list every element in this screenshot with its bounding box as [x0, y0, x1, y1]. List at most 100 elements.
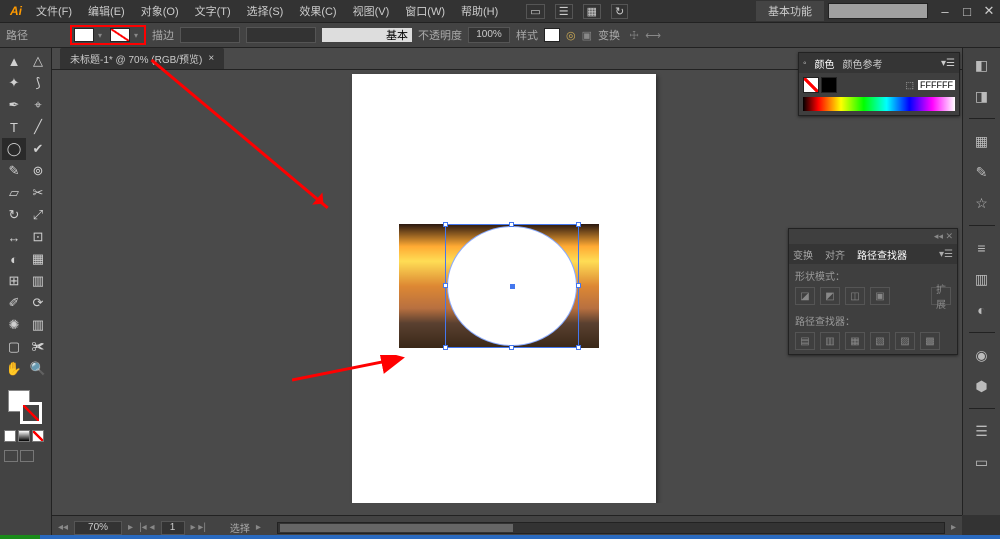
align-icon[interactable]: ☩: [626, 27, 642, 43]
menu-help[interactable]: 帮助(H): [453, 1, 506, 21]
unite-button[interactable]: ◪: [795, 287, 815, 305]
grid-icon[interactable]: ▦: [583, 4, 601, 19]
eyedropper-tool[interactable]: ✐: [2, 292, 26, 314]
stroke-profile-dropdown[interactable]: [246, 27, 316, 43]
document-tab[interactable]: 未标题-1* @ 70% (RGB/预览) ×: [60, 48, 224, 69]
resize-handle[interactable]: [443, 222, 448, 227]
zoom-level-input[interactable]: 70%: [74, 521, 122, 535]
resize-handle[interactable]: [509, 222, 514, 227]
mode-color[interactable]: [4, 430, 16, 442]
free-transform-tool[interactable]: ⊡: [26, 226, 50, 248]
gradient-tool[interactable]: ▥: [26, 270, 50, 292]
search-field[interactable]: [828, 3, 928, 19]
zoom-out-button[interactable]: ◂◂: [58, 522, 68, 533]
pathfinder-panel[interactable]: ◂◂ ✕ 变换 对齐 路径查找器 ▾☰ 形状模式： ◪ ◩ ◫ ▣ 扩展 路径查…: [788, 228, 958, 355]
window-maximize[interactable]: □: [956, 4, 978, 19]
intersect-button[interactable]: ◫: [845, 287, 865, 305]
color-tab[interactable]: 颜色: [815, 56, 835, 71]
gradient-panel-icon[interactable]: ▥: [971, 268, 993, 290]
close-icon[interactable]: ×: [208, 53, 214, 64]
fill-stroke-indicator[interactable]: [0, 388, 51, 428]
resize-handle[interactable]: [509, 345, 514, 350]
opacity-input[interactable]: 100%: [468, 27, 510, 43]
menu-view[interactable]: 视图(V): [345, 1, 398, 21]
fill-swatch[interactable]: [74, 28, 94, 42]
stroke-swatch[interactable]: [110, 28, 130, 42]
perspective-tool[interactable]: ▦: [26, 248, 50, 270]
arrange-icon[interactable]: ☰: [555, 4, 573, 19]
fill-dropdown[interactable]: ▾: [98, 31, 106, 40]
color-panel[interactable]: ◦ 颜色 颜色参考 ▾☰ ⬚ FFFFFF: [798, 52, 960, 116]
outline-button[interactable]: ▨: [895, 332, 915, 350]
zoom-in-button[interactable]: ▸: [128, 522, 133, 533]
brush-definition[interactable]: 基本: [322, 28, 412, 42]
appearance-panel-icon[interactable]: ◉: [971, 344, 993, 366]
artboard-next-button[interactable]: ▸ ▸|: [191, 522, 206, 533]
graph-tool[interactable]: ▥: [26, 314, 50, 336]
selection-tool[interactable]: ▲: [2, 50, 26, 72]
window-minimize[interactable]: –: [934, 4, 956, 19]
artboard-tool[interactable]: ▢: [2, 336, 26, 358]
stroke-dropdown[interactable]: ▾: [134, 31, 142, 40]
artboards-panel-icon[interactable]: ▭: [971, 451, 993, 473]
resize-handle[interactable]: [576, 222, 581, 227]
minus-back-button[interactable]: ▩: [920, 332, 940, 350]
symbols-panel-icon[interactable]: ☆: [971, 192, 993, 214]
line-tool[interactable]: ╱: [26, 116, 50, 138]
paintbrush-tool[interactable]: ✔: [26, 138, 50, 160]
ellipse-tool[interactable]: ◯: [2, 138, 26, 160]
stroke-indicator[interactable]: [821, 77, 837, 93]
color-panel-grip-icon[interactable]: ◦: [803, 58, 807, 69]
screen-normal[interactable]: [4, 450, 18, 462]
brushes-panel-icon[interactable]: ✎: [971, 161, 993, 183]
align-tab[interactable]: 对齐: [825, 247, 845, 262]
sync-icon[interactable]: ↻: [611, 4, 628, 19]
mode-gradient[interactable]: [18, 430, 30, 442]
artboard-number-input[interactable]: 1: [161, 521, 185, 535]
mode-none[interactable]: [32, 430, 44, 442]
panel-menu-icon[interactable]: ▾☰: [939, 249, 957, 260]
zoom-tool[interactable]: 🔍: [26, 358, 50, 380]
panel-menu-icon[interactable]: ▾☰: [941, 58, 959, 69]
color-panel-icon[interactable]: ◧: [971, 54, 993, 76]
stroke-weight-dropdown[interactable]: [180, 27, 240, 43]
horizontal-scrollbar[interactable]: [277, 522, 945, 534]
artboard-first-button[interactable]: |◂ ◂: [139, 522, 154, 533]
exclude-button[interactable]: ▣: [870, 287, 890, 305]
merge-button[interactable]: ▦: [845, 332, 865, 350]
blend-tool[interactable]: ⟳: [26, 292, 50, 314]
menu-window[interactable]: 窗口(W): [397, 1, 453, 21]
pathfinder-tab[interactable]: 路径查找器: [857, 247, 907, 262]
slice-tool[interactable]: ✀: [26, 336, 50, 358]
scissors-tool[interactable]: ✂: [26, 182, 50, 204]
align-icon2[interactable]: ⟷: [645, 27, 661, 43]
scale-tool[interactable]: ⤢: [26, 204, 50, 226]
eraser-tool[interactable]: ▱: [2, 182, 26, 204]
graphic-styles-icon[interactable]: ⬢: [971, 375, 993, 397]
doc-icon[interactable]: ▭: [526, 4, 544, 19]
magic-wand-tool[interactable]: ✦: [2, 72, 26, 94]
stroke-panel-icon[interactable]: ≡: [971, 237, 993, 259]
menu-file[interactable]: 文件(F): [28, 1, 80, 21]
width-tool[interactable]: ↔: [2, 226, 26, 248]
divide-button[interactable]: ▤: [795, 332, 815, 350]
trim-button[interactable]: ▥: [820, 332, 840, 350]
hex-value[interactable]: FFFFFF: [918, 80, 955, 90]
color-guide-tab[interactable]: 颜色参考: [843, 56, 883, 71]
swatches-panel-icon[interactable]: ▦: [971, 130, 993, 152]
direct-selection-tool[interactable]: △: [26, 50, 50, 72]
curvature-tool[interactable]: ⌖: [26, 94, 50, 116]
transparency-panel-icon[interactable]: ◐: [971, 299, 993, 321]
menu-select[interactable]: 选择(S): [239, 1, 292, 21]
color-guide-icon[interactable]: ◨: [971, 85, 993, 107]
hand-tool[interactable]: ✋: [2, 358, 26, 380]
workspace-switcher[interactable]: 基本功能: [756, 1, 824, 21]
crop-button[interactable]: ▧: [870, 332, 890, 350]
graphic-style-swatch[interactable]: [544, 28, 560, 42]
lasso-tool[interactable]: ⟆: [26, 72, 50, 94]
artboard[interactable]: [352, 74, 656, 503]
menu-type[interactable]: 文字(T): [187, 1, 239, 21]
mesh-tool[interactable]: ⊞: [2, 270, 26, 292]
transform-tab[interactable]: 变换: [793, 247, 813, 262]
stroke-color-box[interactable]: [20, 402, 42, 424]
